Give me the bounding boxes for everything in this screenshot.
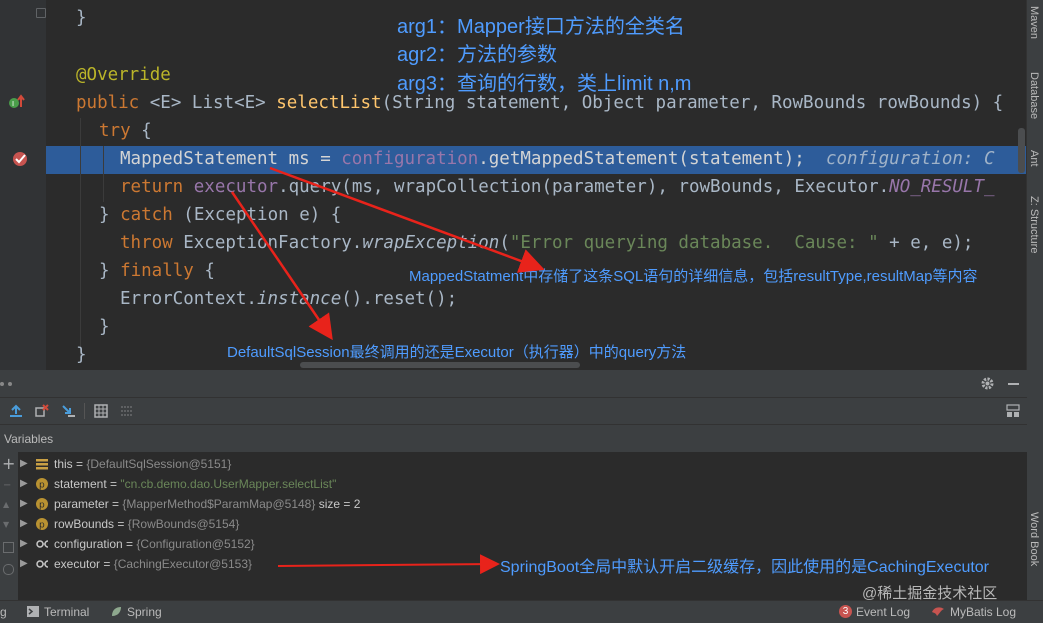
- arrow-to-mapped-note: [269, 166, 545, 273]
- arrow-to-springboot-note: [277, 554, 500, 575]
- arrow-to-default-note: [230, 191, 333, 341]
- annotation-arrows: [230, 166, 545, 575]
